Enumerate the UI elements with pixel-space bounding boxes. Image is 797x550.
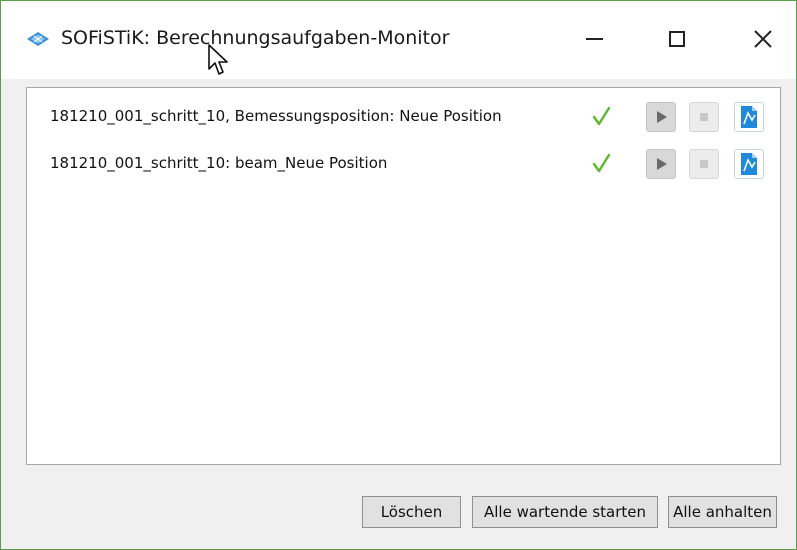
- play-button[interactable]: [646, 149, 676, 179]
- mouse-cursor-icon: [208, 44, 228, 75]
- start-all-waiting-button[interactable]: Alle wartende starten: [472, 496, 658, 528]
- report-icon: [741, 153, 757, 175]
- play-icon: [657, 158, 667, 170]
- delete-button[interactable]: Löschen: [362, 496, 461, 528]
- stop-all-button[interactable]: Alle anhalten: [668, 496, 777, 528]
- window-title: SOFiSTiK: Berechnungsaufgaben-Monitor: [61, 27, 450, 49]
- stop-icon: [700, 160, 708, 168]
- stop-button[interactable]: [689, 149, 719, 179]
- checkmark-icon: [592, 153, 611, 173]
- report-button[interactable]: [734, 102, 764, 132]
- task-list: 181210_001_schritt_10, Bemessungspositio…: [26, 87, 781, 465]
- report-button[interactable]: [734, 149, 764, 179]
- task-row[interactable]: 181210_001_schritt_10, Bemessungspositio…: [27, 98, 780, 138]
- stop-icon: [700, 113, 708, 121]
- minimize-icon: [585, 38, 603, 40]
- checkmark-icon: [592, 106, 611, 126]
- play-icon: [657, 111, 667, 123]
- task-monitor-window: SOFiSTiK: Berechnungsaufgaben-Monitor 18…: [0, 0, 797, 550]
- close-icon: [754, 30, 772, 48]
- close-button[interactable]: [740, 19, 786, 59]
- play-button[interactable]: [646, 102, 676, 132]
- task-name: 181210_001_schritt_10, Bemessungspositio…: [50, 107, 502, 125]
- task-name: 181210_001_schritt_10: beam_Neue Positio…: [50, 154, 388, 172]
- stop-button[interactable]: [689, 102, 719, 132]
- task-row[interactable]: 181210_001_schritt_10: beam_Neue Positio…: [27, 145, 780, 185]
- maximize-icon: [669, 31, 685, 47]
- minimize-button[interactable]: [571, 19, 617, 59]
- report-icon: [741, 106, 757, 128]
- title-bar[interactable]: SOFiSTiK: Berechnungsaufgaben-Monitor: [1, 1, 796, 79]
- maximize-button[interactable]: [654, 19, 700, 59]
- sofistik-logo-icon: [27, 32, 49, 46]
